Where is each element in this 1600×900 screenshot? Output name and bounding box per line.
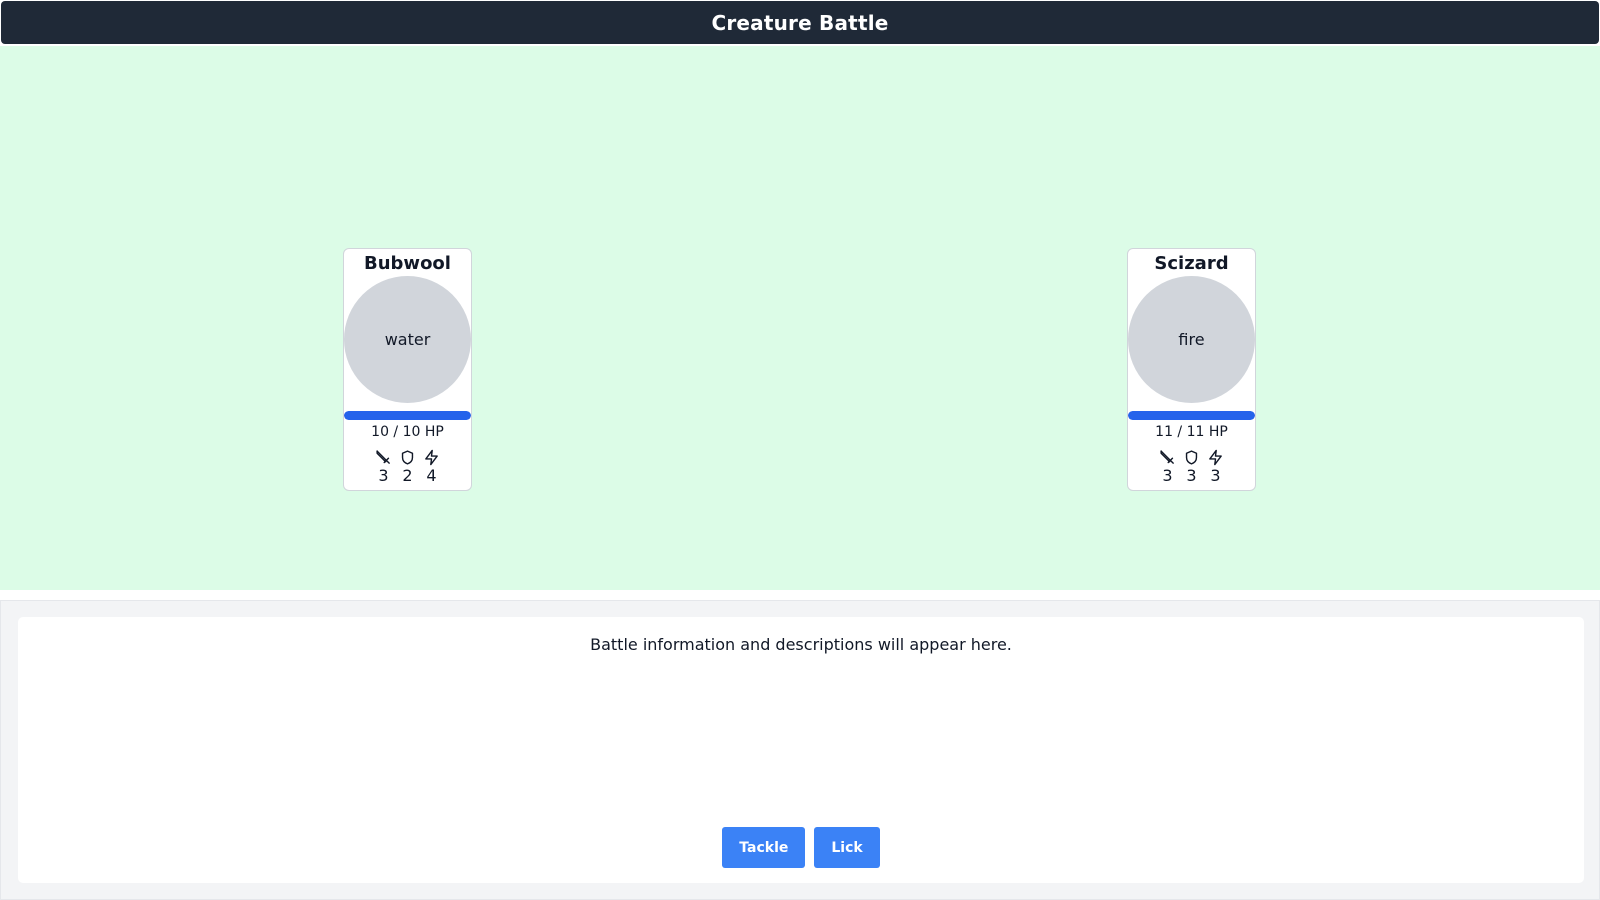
sword-icon xyxy=(376,450,390,464)
lightning-icon xyxy=(1209,449,1222,466)
creature-type: fire xyxy=(1178,330,1205,349)
defense-value: 2 xyxy=(402,466,413,485)
stat-defense: 3 xyxy=(1183,449,1201,485)
stat-attack: 3 xyxy=(1159,449,1177,485)
stats-row: 3 3 3 xyxy=(1159,449,1225,485)
opponent-creature-card: Scizard fire 11 / 11 HP 3 3 3 xyxy=(1127,248,1256,491)
move-button-lick[interactable]: Lick xyxy=(814,827,880,868)
hp-text: 10 / 10 HP xyxy=(371,424,444,440)
lightning-icon xyxy=(425,449,438,466)
creature-name: Scizard xyxy=(1154,253,1229,274)
defense-value: 3 xyxy=(1186,466,1197,485)
battle-info-box: Battle information and descriptions will… xyxy=(18,617,1584,883)
app-header: Creature Battle xyxy=(1,1,1599,44)
hp-bar xyxy=(1128,411,1255,420)
hp-text: 11 / 11 HP xyxy=(1155,424,1228,440)
creature-type: water xyxy=(384,330,431,349)
attack-value: 3 xyxy=(378,466,389,485)
shield-icon xyxy=(401,450,414,465)
stat-attack: 3 xyxy=(375,449,393,485)
page-title: Creature Battle xyxy=(711,10,889,35)
speed-value: 4 xyxy=(426,466,437,485)
attack-value: 3 xyxy=(1162,466,1173,485)
shield-icon xyxy=(1185,450,1198,465)
hp-bar-fill xyxy=(1128,411,1255,420)
hp-bar xyxy=(344,411,471,420)
creature-portrait: water xyxy=(344,276,471,403)
stat-defense: 2 xyxy=(399,449,417,485)
hp-bar-fill xyxy=(344,411,471,420)
sword-icon xyxy=(1160,450,1174,464)
move-button-tackle[interactable]: Tackle xyxy=(722,827,806,868)
player-creature-card: Bubwool water 10 / 10 HP 3 2 4 xyxy=(343,248,472,491)
move-buttons: Tackle Lick xyxy=(18,827,1584,868)
speed-value: 3 xyxy=(1210,466,1221,485)
battle-info-text: Battle information and descriptions will… xyxy=(590,635,1012,654)
creature-portrait: fire xyxy=(1128,276,1255,403)
stats-row: 3 2 4 xyxy=(375,449,441,485)
creature-name: Bubwool xyxy=(364,253,451,274)
stat-speed: 4 xyxy=(423,449,441,485)
battle-panel: Battle information and descriptions will… xyxy=(0,600,1600,900)
battle-arena: Bubwool water 10 / 10 HP 3 2 4 Scizard f… xyxy=(0,46,1600,590)
stat-speed: 3 xyxy=(1207,449,1225,485)
